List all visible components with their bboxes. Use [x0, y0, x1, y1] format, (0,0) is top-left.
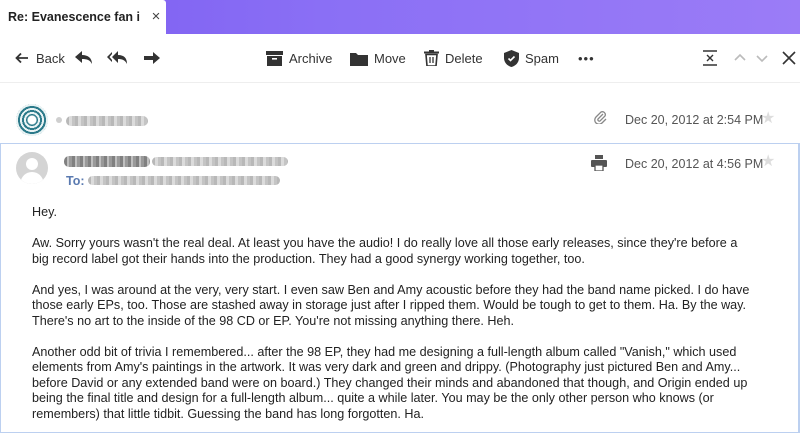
sender-name-redacted: [66, 116, 148, 126]
star-icon[interactable]: ★: [761, 111, 775, 127]
person-icon: [20, 158, 44, 184]
tab-message[interactable]: Re: Evanescence fan i ×: [0, 0, 166, 34]
body-paragraph: Aw. Sorry yours wasn't the real deal. At…: [32, 236, 738, 266]
delete-button[interactable]: Delete: [424, 46, 483, 70]
shield-icon: [504, 49, 519, 67]
close-icon: [782, 51, 796, 65]
archive-button[interactable]: Archive: [266, 46, 332, 70]
more-button[interactable]: •••: [578, 46, 595, 70]
message-date: Dec 20, 2012 at 2:54 PM: [625, 113, 764, 127]
forward-button[interactable]: [143, 46, 161, 70]
body-paragraph: And yes, I was around at the very, very …: [32, 282, 750, 328]
back-button[interactable]: Back: [14, 46, 65, 70]
reply-all-icon: [107, 51, 127, 64]
trash-icon: [424, 50, 439, 66]
arrow-left-icon: [15, 52, 28, 64]
previous-message-button[interactable]: [734, 46, 746, 70]
archive-icon: [266, 50, 283, 66]
body-paragraph: Another odd bit of trivia I remembered..…: [32, 344, 748, 421]
star-icon[interactable]: ★: [761, 154, 775, 170]
avatar: [16, 104, 48, 136]
tab-close-button[interactable]: ×: [147, 7, 165, 27]
archive-label: Archive: [289, 50, 333, 66]
folder-icon: [350, 52, 368, 66]
recipient-email-redacted: [88, 176, 280, 185]
delete-label: Delete: [445, 50, 483, 66]
sender-name-redacted: [64, 156, 150, 167]
next-message-button[interactable]: [756, 46, 768, 70]
reply-button[interactable]: [74, 46, 94, 70]
collapse-all-button[interactable]: [702, 46, 718, 70]
close-message-button[interactable]: [782, 46, 796, 70]
chevron-down-icon: [756, 55, 768, 63]
back-label: Back: [36, 50, 65, 66]
avatar: [16, 152, 48, 184]
to-label: To:: [66, 174, 85, 188]
toolbar-divider: [0, 82, 800, 83]
move-button[interactable]: Move: [350, 46, 406, 70]
paperclip-icon: [594, 111, 607, 124]
chevron-up-icon: [734, 53, 746, 61]
reply-icon: [75, 51, 92, 64]
move-label: Move: [374, 50, 406, 66]
message-toolbar: Back Archive Move Delete Spam •••: [0, 34, 800, 82]
message-date: Dec 20, 2012 at 4:56 PM: [625, 157, 764, 171]
print-icon[interactable]: [591, 155, 607, 171]
spam-button[interactable]: Spam: [504, 46, 559, 70]
spam-label: Spam: [525, 50, 559, 66]
sender-email-redacted: [152, 157, 288, 166]
body-paragraph: Hey.: [32, 205, 57, 219]
arrow-right-icon: [144, 52, 160, 64]
tab-title: Re: Evanescence fan i: [8, 10, 141, 24]
message-body: Hey. Aw. Sorry yours wasn't the real dea…: [32, 205, 782, 438]
tab-bar: Re: Evanescence fan i ×: [0, 0, 800, 34]
reply-all-button[interactable]: [106, 46, 130, 70]
unread-dot: [56, 117, 62, 123]
collapse-icon: [703, 50, 717, 66]
